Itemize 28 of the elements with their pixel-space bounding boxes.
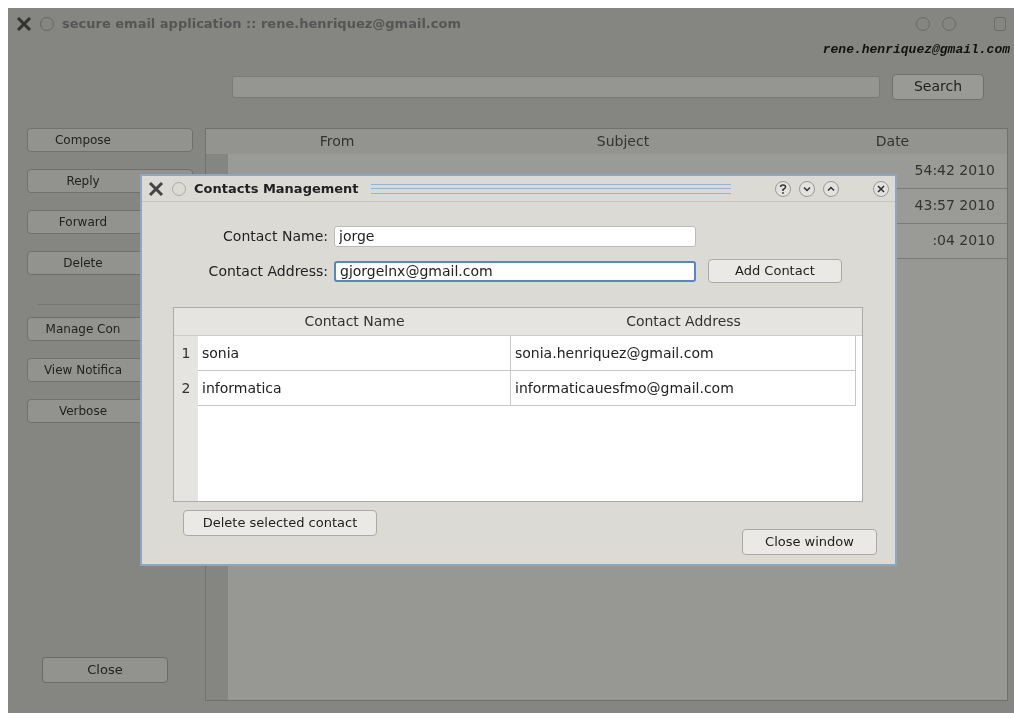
column-header[interactable]: Date bbox=[778, 128, 1007, 154]
table-cell: informaticauesfmo@gmail.com bbox=[511, 371, 856, 405]
close-window-button[interactable]: Close window bbox=[742, 529, 877, 555]
add-contact-button[interactable]: Add Contact bbox=[708, 259, 842, 283]
column-header[interactable]: From bbox=[206, 128, 468, 154]
x-logo-icon bbox=[148, 180, 164, 197]
date-cell-text: :04 2010 bbox=[931, 231, 996, 250]
date-cell-text: 43:57 2010 bbox=[913, 196, 996, 215]
help-icon[interactable] bbox=[775, 180, 791, 197]
table-cell: sonia.henriquez@gmail.com bbox=[511, 336, 856, 370]
contact-name-field[interactable]: jorge bbox=[334, 226, 696, 247]
column-header[interactable]: Contact Address bbox=[511, 308, 856, 335]
column-header[interactable]: Contact Name bbox=[198, 308, 511, 335]
search-button[interactable]: Search bbox=[892, 73, 984, 100]
account-email: rene.henriquez@gmail.com bbox=[822, 41, 1010, 59]
date-cell-text: 54:42 2010 bbox=[913, 161, 996, 180]
dialog-title: Contacts Management bbox=[194, 179, 359, 198]
table-cell: informatica bbox=[198, 371, 511, 405]
table-cell: sonia bbox=[198, 336, 511, 370]
field-label: Contact Address: bbox=[207, 261, 329, 281]
sidebar-button[interactable]: Compose bbox=[27, 127, 193, 152]
contact-address-field[interactable]: gjorgelnx@gmail.com bbox=[334, 260, 696, 282]
close-button[interactable]: Close bbox=[42, 657, 168, 683]
delete-contact-button[interactable]: Delete selected contact bbox=[183, 510, 377, 536]
column-header[interactable]: Subject bbox=[468, 128, 778, 154]
search-field[interactable] bbox=[232, 75, 880, 98]
x-logo-icon bbox=[16, 16, 32, 32]
field-label: Contact Name: bbox=[222, 227, 329, 246]
